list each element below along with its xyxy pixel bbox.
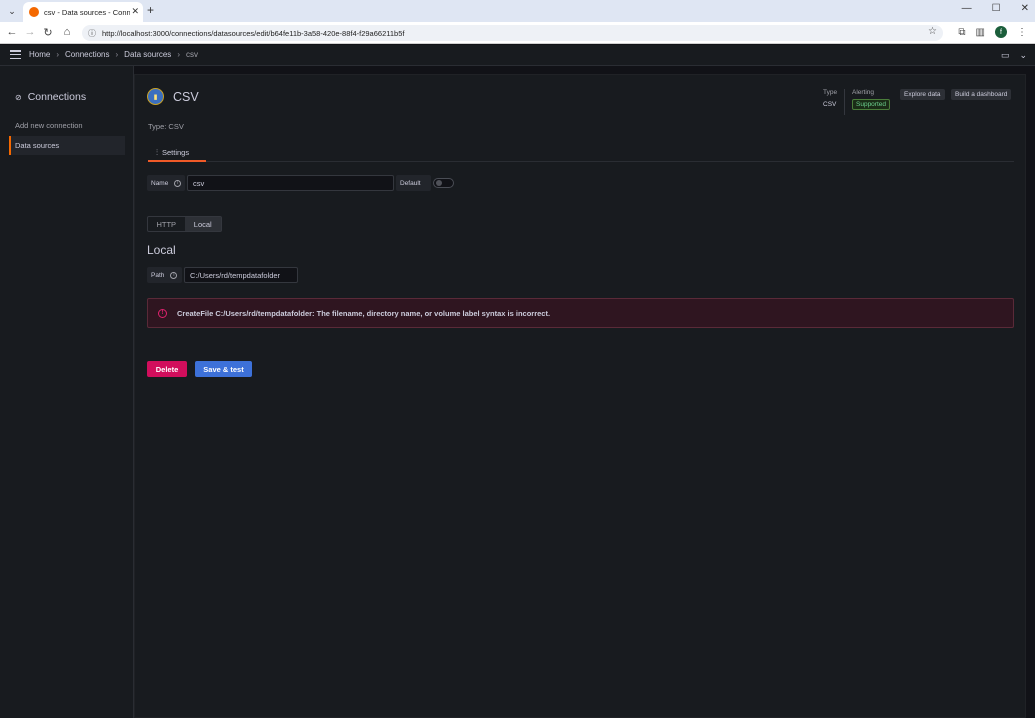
plus-icon[interactable]: + [147,3,154,17]
sidebar-header: ⊘ Connections [15,91,86,103]
more-options-icon[interactable]: ⋮ [1017,27,1027,38]
info-icon[interactable]: i [174,179,182,187]
sidebar-item-label: Data sources [15,141,60,150]
explore-data-button[interactable]: Explore data [900,89,945,100]
csv-datasource-logo-icon: ▮ [147,88,164,105]
path-label: Path i [147,267,182,283]
tab-bar: ⫶ Settings [148,145,1014,162]
chevron-down-icon[interactable]: ⌄ [5,4,19,18]
sidebar-item-add-new-connection[interactable]: Add new connection [9,116,125,135]
status-badge: Supported [852,99,890,110]
topnav-actions: ▭ ⌄ [1001,50,1027,61]
default-toggle[interactable] [433,178,454,188]
tab-settings[interactable]: ⫶ Settings [148,145,206,162]
error-alert: ! CreateFile C:/Users/rd/tempdatafolder:… [147,298,1014,328]
chevron-right-icon: › [115,50,119,59]
profile-avatar[interactable]: f [995,26,1007,38]
tab-settings-label: Settings [162,148,190,157]
path-label-text: Path [151,271,165,279]
grafana-favicon-icon [29,7,39,17]
section-title: Local [147,243,176,257]
meta-alerting-label: Alerting [852,89,875,96]
browser-tab[interactable]: csv - Data sources - Connectio ✕ [23,2,143,22]
home-icon[interactable]: ⌂ [60,26,74,38]
breadcrumb: Home › Connections › Data sources › csv [29,50,198,59]
name-label-text: Name [151,179,169,187]
default-label: Default [396,175,431,191]
extensions-icon[interactable]: ⧉ [958,27,965,38]
sliders-icon: ⫶ [156,147,158,157]
radio-option-local[interactable]: Local [184,217,221,231]
breadcrumb-current: csv [185,50,198,59]
name-input[interactable]: csv [187,175,394,191]
breadcrumb-data-sources[interactable]: Data sources [124,50,171,59]
link-icon: ⊘ [15,92,22,102]
toggle-knob [436,180,442,186]
delete-button[interactable]: Delete [147,361,187,377]
main-panel: ▮ CSV Type: CSV Type CSV Alerting Suppor… [134,74,1026,718]
breadcrumb-connections[interactable]: Connections [65,50,109,59]
name-label: Name i [147,175,185,191]
url-text: http://localhost:3000/connections/dataso… [102,28,405,38]
sidebar: ⊘ Connections Add new connection Data so… [0,66,134,718]
datasource-type-text: Type: CSV [148,122,184,131]
chevron-right-icon: › [56,50,60,59]
site-info-icon[interactable]: ⓘ [88,28,96,39]
window-controls: — ☐ ✕ [962,3,1029,14]
url-field[interactable]: ⓘ http://localhost:3000/connections/data… [82,25,943,41]
sidebar-item-data-sources[interactable]: Data sources [9,136,125,155]
save-and-test-button[interactable]: Save & test [195,361,252,377]
browser-tab-title: csv - Data sources - Connectio [44,7,130,17]
browser-tab-bar: ⌄ csv - Data sources - Connectio ✕ + — ☐… [0,0,1035,22]
exclamation-circle-icon: ! [158,308,167,318]
radio-option-http[interactable]: HTTP [148,217,185,231]
meta-type-value: CSV [823,101,837,108]
close-window-icon[interactable]: ✕ [1021,3,1029,14]
error-message: CreateFile C:/Users/rd/tempdatafolder: T… [177,308,551,318]
path-input[interactable]: C:/Users/rd/tempdatafolder [184,267,298,283]
top-navigation: Home › Connections › Data sources › csv … [0,45,1035,66]
browser-toolbar-right: ⧉ ▥ f ⋮ [958,26,1027,38]
sidebar-title: Connections [27,91,87,103]
maximize-icon[interactable]: ☐ [992,3,1001,14]
minimize-icon[interactable]: — [962,3,972,14]
chevron-down-icon[interactable]: ⌄ [1019,50,1027,61]
sidebar-icon[interactable]: ▥ [976,27,985,38]
chevron-right-icon: › [177,50,180,59]
forward-icon[interactable]: → [23,26,37,38]
back-icon[interactable]: ← [5,26,19,38]
build-dashboard-button[interactable]: Build a dashboard [951,89,1012,100]
menu-icon[interactable] [10,50,21,60]
reload-icon[interactable]: ↻ [41,26,55,39]
sidebar-item-label: Add new connection [15,121,83,130]
page-title: CSV [173,90,199,104]
close-icon[interactable]: ✕ [131,6,139,17]
meta-type: Type CSV [823,89,837,108]
storage-type-radio-group: HTTP Local [147,216,222,232]
monitor-icon[interactable]: ▭ [1001,50,1010,61]
meta-alerting: Alerting Supported [844,89,890,115]
breadcrumb-home[interactable]: Home [29,50,50,59]
meta-type-label: Type [823,89,838,96]
bookmark-star-icon[interactable]: ☆ [928,26,937,37]
browser-address-bar: ← → ↻ ⌂ ⓘ http://localhost:3000/connecti… [0,22,1035,44]
info-icon[interactable]: i [170,271,178,279]
